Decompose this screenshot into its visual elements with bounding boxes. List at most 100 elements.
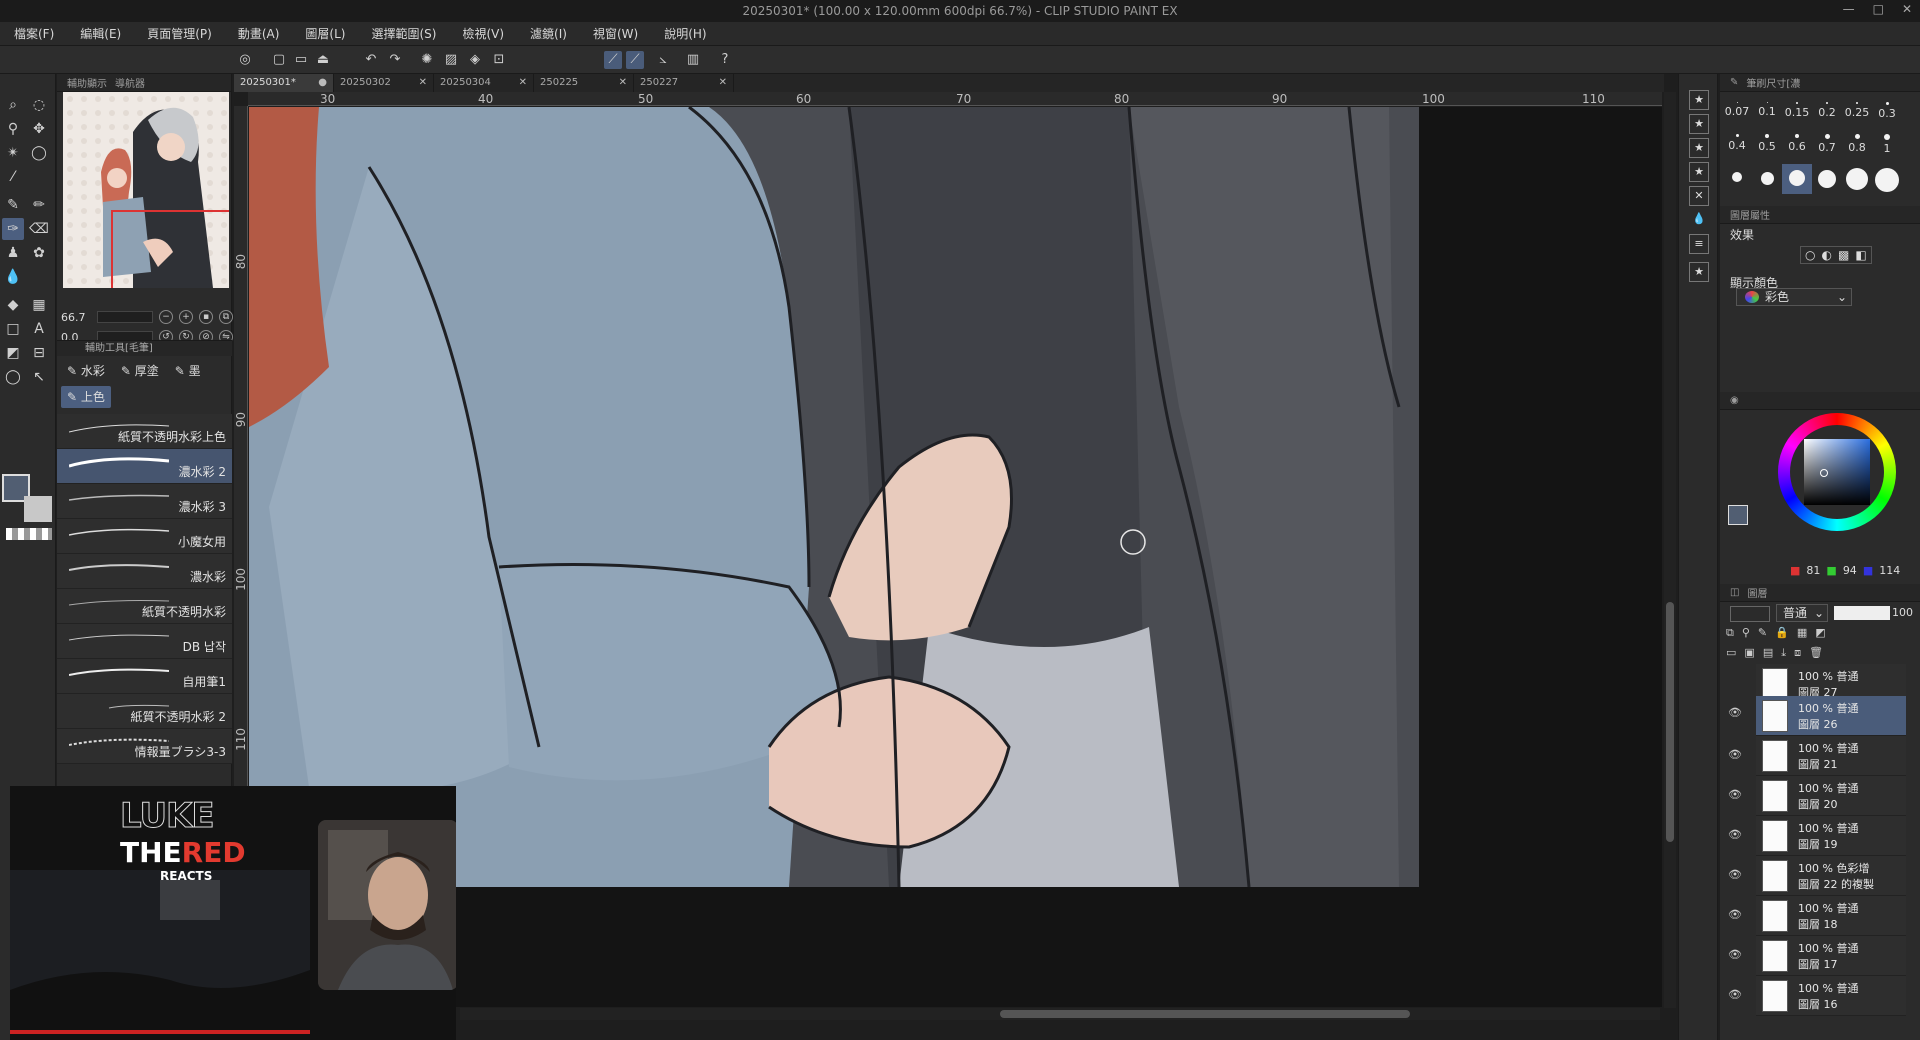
clip-studio-icon[interactable]: ◎	[236, 51, 254, 69]
opacity-slider[interactable]	[1834, 606, 1890, 620]
transparent-color-swatch[interactable]	[6, 528, 52, 540]
visibility-eye-icon[interactable]: 👁	[1728, 868, 1742, 882]
lock-icon[interactable]: 🔒	[1775, 626, 1789, 640]
redo-icon[interactable]: ↷	[386, 51, 404, 69]
snap-ruler-icon[interactable]: ⟋	[604, 51, 622, 69]
mask-icon[interactable]: ◩	[1815, 626, 1825, 640]
reference-icon[interactable]: ⚲	[1742, 626, 1750, 640]
pencil-icon[interactable]: ✏	[28, 194, 50, 216]
snap-grid-icon[interactable]: ⦣	[654, 51, 672, 69]
figure-icon[interactable]: □	[2, 318, 24, 340]
menu-view[interactable]: 檢視(V)	[462, 25, 504, 42]
new-vector-layer-icon[interactable]: ▣	[1744, 646, 1754, 660]
tone-effect-icon[interactable]: ◐	[1821, 248, 1831, 262]
brush-size-item[interactable]: 0.8	[1842, 132, 1872, 168]
visibility-eye-icon[interactable]: 👁	[1728, 908, 1742, 922]
flip-icon[interactable]: ⧉	[219, 310, 233, 324]
brush-size-item[interactable]: 0.25	[1842, 100, 1872, 136]
tab-doc-20250302[interactable]: 20250302 ✕	[334, 74, 434, 92]
list-item[interactable]: 紙質不透明水彩	[57, 589, 232, 624]
brush-size-item[interactable]: 0.3	[1872, 100, 1902, 136]
tab-doc-250225[interactable]: 250225 ✕	[534, 74, 634, 92]
menu-layer[interactable]: 圖層(L)	[305, 25, 345, 42]
snap-special-ruler-icon[interactable]: ⟋	[626, 51, 644, 69]
new-folder-icon[interactable]: ▤	[1763, 646, 1773, 660]
vertical-scrollbar[interactable]	[1664, 92, 1676, 1008]
eyedropper-icon[interactable]: ⁄	[2, 166, 24, 188]
pen-icon[interactable]: ✎	[2, 194, 24, 216]
main-color-swatch[interactable]	[1728, 505, 1748, 525]
close-icon[interactable]: ✕	[719, 74, 727, 92]
text-icon[interactable]: A	[28, 318, 50, 340]
auto-select-icon[interactable]: ⚲	[2, 118, 24, 140]
transfer-down-icon[interactable]: ⤓	[1781, 646, 1786, 660]
tab-doc-20250304[interactable]: 20250304 ✕	[434, 74, 534, 92]
blend-mode-dropdown[interactable]: 普通 ⌄	[1776, 604, 1828, 622]
brush-size-item[interactable]	[1842, 166, 1872, 202]
tab-navigator[interactable]: 導航器	[115, 75, 145, 90]
fill-icon[interactable]: ◈	[466, 51, 484, 69]
clip-icon[interactable]: ⧉	[1726, 626, 1734, 640]
frame-icon[interactable]: ◩	[2, 342, 24, 364]
color-indicator[interactable]	[2, 474, 52, 544]
airbrush-icon[interactable]: ♟	[2, 242, 24, 264]
fill-bucket-icon[interactable]: ◆	[2, 294, 24, 316]
menu-selection[interactable]: 選擇範圍(S)	[371, 25, 436, 42]
brush-size-item[interactable]: 0.15	[1782, 100, 1812, 136]
layer-row[interactable]: 100 % 普通 圖層 18	[1756, 896, 1906, 936]
menu-window[interactable]: 視窗(W)	[593, 25, 638, 42]
balloon-icon[interactable]: ◯	[2, 366, 24, 388]
brush-size-item[interactable]: 0.6	[1782, 132, 1812, 168]
color-picker-handle[interactable]	[1820, 469, 1828, 477]
tab-coloring[interactable]: ✎ 上色	[61, 386, 111, 408]
visibility-eye-icon[interactable]: 👁	[1728, 948, 1742, 962]
tab-ink[interactable]: ✎ 墨	[169, 360, 207, 382]
material-icon[interactable]: ★	[1689, 138, 1709, 158]
brush-size-item[interactable]	[1812, 168, 1842, 204]
material-icon[interactable]: ★	[1689, 114, 1709, 134]
zoom-slider[interactable]	[97, 311, 153, 323]
tab-watercolor[interactable]: ✎ 水彩	[61, 360, 111, 382]
gradient-icon[interactable]: ▦	[28, 294, 50, 316]
halftone-effect-icon[interactable]: ▩	[1838, 248, 1849, 262]
layer-color-icon[interactable]: ◧	[1855, 248, 1866, 262]
visibility-eye-icon[interactable]: 👁	[1728, 748, 1742, 762]
crop-icon[interactable]: ⊡	[490, 51, 508, 69]
tab-thick-paint[interactable]: ✎ 厚塗	[115, 360, 165, 382]
sub-color-swatch[interactable]	[24, 496, 52, 522]
tab-doc-20250301[interactable]: 20250301* ●	[234, 74, 334, 92]
eraser-icon[interactable]: ⌫	[28, 218, 50, 240]
deselect-icon[interactable]: ▨	[442, 51, 460, 69]
brush-size-item[interactable]: 0.7	[1812, 132, 1842, 168]
undo-icon[interactable]: ↶	[362, 51, 380, 69]
list-item[interactable]: 自用筆1	[57, 659, 232, 694]
save-icon[interactable]: ⏏	[314, 51, 332, 69]
saturation-value-square[interactable]	[1804, 439, 1870, 505]
display-color-dropdown[interactable]: 彩色 ⌄	[1736, 288, 1852, 306]
list-icon[interactable]: ≡	[1689, 234, 1709, 254]
material-icon[interactable]: ★	[1689, 162, 1709, 182]
selection-lasso-icon[interactable]: ◯	[28, 142, 50, 164]
close-icon[interactable]: ✕	[619, 74, 627, 92]
open-file-icon[interactable]: ▭	[292, 51, 310, 69]
layer-row[interactable]: 100 % 普通 圖層 19	[1756, 816, 1906, 856]
tab-assist-display[interactable]: 輔助顯示	[67, 75, 107, 90]
zoom-icon[interactable]: ⌕	[2, 94, 24, 116]
visibility-eye-icon[interactable]: 👁	[1728, 706, 1742, 720]
list-item[interactable]: 紙質不透明水彩上色	[57, 414, 232, 449]
menu-page[interactable]: 頁面管理(P)	[147, 25, 212, 42]
visibility-eye-icon[interactable]: 👁	[1728, 988, 1742, 1002]
horizontal-scrollbar[interactable]	[460, 1008, 1660, 1020]
move-icon[interactable]: ✥	[28, 118, 50, 140]
red-value[interactable]: 81	[1806, 564, 1820, 577]
layer-row[interactable]: 100 % 普通 圖層 17	[1756, 936, 1906, 976]
ruler-icon[interactable]: ⊟	[28, 342, 50, 364]
correct-line-icon[interactable]: ↖	[28, 366, 50, 388]
lasso-icon[interactable]: ◌	[28, 94, 50, 116]
brush-icon[interactable]: ✑	[2, 218, 24, 240]
brush-size-item[interactable]: 0.07	[1722, 100, 1752, 136]
scroll-thumb[interactable]	[1000, 1010, 1410, 1018]
layer-row[interactable]: 100 % 普通 圖層 20	[1756, 776, 1906, 816]
close-icon[interactable]: ✕	[1689, 186, 1709, 206]
visibility-eye-icon[interactable]: 👁	[1728, 788, 1742, 802]
